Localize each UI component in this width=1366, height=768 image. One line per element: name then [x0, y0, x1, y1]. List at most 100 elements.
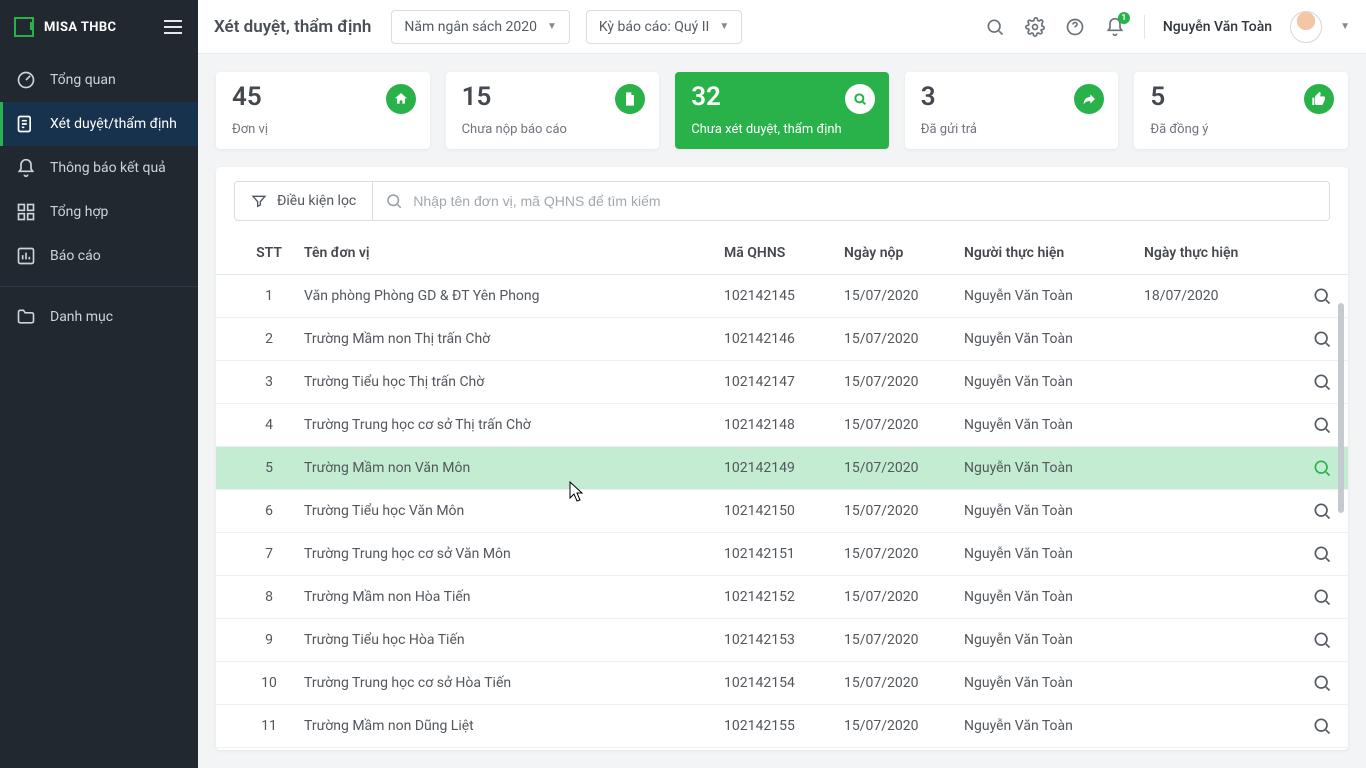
cell-code: 102142154	[724, 675, 844, 691]
view-row-icon[interactable]	[1310, 284, 1334, 308]
user-menu-chevron-icon[interactable]: ▼	[1340, 21, 1350, 32]
topbar: Xét duyệt, thẩm định Năm ngân sách 2020 …	[198, 0, 1366, 54]
sidebar-item-overview[interactable]: Tổng quan	[0, 58, 198, 102]
sidebar-item-label: Tổng hợp	[50, 204, 108, 220]
results-table: STT Tên đơn vị Mã QHNS Ngày nộp Người th…	[216, 231, 1348, 750]
cell-name: Trường Trung học cơ sở Hòa Tiến	[304, 675, 724, 691]
avatar[interactable]	[1290, 11, 1322, 43]
scrollbar[interactable]	[1338, 303, 1344, 513]
menu-collapse-icon[interactable]	[162, 16, 184, 38]
view-row-icon[interactable]	[1310, 628, 1334, 652]
search-input[interactable]	[413, 193, 1317, 209]
view-row-icon[interactable]	[1310, 714, 1334, 738]
view-row-icon[interactable]	[1310, 499, 1334, 523]
cell-code: 102142153	[724, 632, 844, 648]
view-row-icon[interactable]	[1310, 327, 1334, 351]
cell-actor: Nguyễn Văn Toàn	[964, 417, 1144, 433]
help-icon[interactable]	[1064, 16, 1086, 38]
cell-stt: 2	[234, 331, 304, 347]
cell-stt: 1	[234, 288, 304, 304]
table-row[interactable]: 2Trường Mầm non Thị trấn Chờ10214214615/…	[216, 318, 1348, 361]
notifications-icon[interactable]: 1	[1104, 16, 1126, 38]
sidebar-item-label: Thông báo kết quả	[50, 160, 166, 176]
view-row-icon[interactable]	[1310, 585, 1334, 609]
sidebar: MISA THBC Tổng quan Xét duyệt/thẩm định …	[0, 0, 198, 768]
cell-name: Trường Tiểu học Hòa Tiến	[304, 632, 724, 648]
status-card-4[interactable]: 5Đã đồng ý	[1134, 72, 1348, 149]
status-card-label: Đã gửi trả	[921, 122, 1103, 137]
cell-action	[1274, 628, 1334, 652]
table-row[interactable]: 11Trường Mầm non Dũng Liệt10214215515/07…	[216, 705, 1348, 748]
cell-sdate: 15/07/2020	[844, 589, 964, 605]
status-card-2[interactable]: 32Chưa xét duyệt, thẩm định	[675, 72, 889, 149]
cell-action	[1274, 585, 1334, 609]
sidebar-item-review[interactable]: Xét duyệt/thẩm định	[0, 102, 198, 146]
sidebar-item-notify[interactable]: Thông báo kết quả	[0, 146, 198, 190]
cell-actor: Nguyễn Văn Toàn	[964, 589, 1144, 605]
cell-actor: Nguyễn Văn Toàn	[964, 546, 1144, 562]
report-period-select[interactable]: Kỳ báo cáo: Quý II ▼	[586, 10, 742, 44]
table-row[interactable]: 7Trường Trung học cơ sở Văn Môn102142151…	[216, 533, 1348, 576]
table-body: 1Văn phòng Phòng GD & ĐT Yên Phong 102142…	[216, 275, 1348, 748]
cell-action	[1274, 671, 1334, 695]
status-card-1[interactable]: 15Chưa nộp báo cáo	[446, 72, 660, 149]
sidebar-header: MISA THBC	[0, 0, 198, 54]
filter-icon	[251, 193, 267, 209]
sidebar-item-summary[interactable]: Tổng hợp	[0, 190, 198, 234]
table-row[interactable]: 8Trường Mầm non Hòa Tiến10214215215/07/2…	[216, 576, 1348, 619]
view-row-icon[interactable]	[1310, 370, 1334, 394]
status-card-label: Đơn vị	[232, 122, 414, 137]
cell-action	[1274, 370, 1334, 394]
col-sdate: Ngày nộp	[844, 245, 964, 261]
search-box[interactable]	[372, 181, 1330, 221]
brand-logo-icon	[14, 17, 34, 37]
page-title: Xét duyệt, thẩm định	[214, 17, 371, 37]
table-row[interactable]: 10Trường Trung học cơ sở Hòa Tiến1021421…	[216, 662, 1348, 705]
view-row-icon[interactable]	[1310, 413, 1334, 437]
table-row[interactable]: 6Trường Tiểu học Văn Môn10214215015/07/2…	[216, 490, 1348, 533]
bell-icon	[16, 158, 36, 178]
cell-action	[1274, 413, 1334, 437]
filter-row: Điều kiện lọc	[216, 167, 1348, 221]
separator	[1144, 15, 1145, 39]
table-row[interactable]: 5Trường Mầm non Văn Môn10214214915/07/20…	[216, 447, 1348, 490]
sidebar-item-catalog[interactable]: Danh mục	[0, 295, 198, 339]
gear-icon[interactable]	[1024, 16, 1046, 38]
cell-name: Văn phòng Phòng GD & ĐT Yên Phong	[304, 288, 724, 304]
notification-badge: 1	[1118, 12, 1130, 24]
review-icon	[16, 114, 36, 134]
search-icon[interactable]	[984, 16, 1006, 38]
cell-sdate: 15/07/2020	[844, 718, 964, 734]
status-card-0[interactable]: 45Đơn vị	[216, 72, 430, 149]
table-row[interactable]: 4Trường Trung học cơ sở Thị trấn Chờ1021…	[216, 404, 1348, 447]
cell-code: 102142148	[724, 417, 844, 433]
view-row-icon[interactable]	[1310, 456, 1334, 480]
brand-text: MISA THBC	[44, 20, 116, 35]
cell-actor: Nguyễn Văn Toàn	[964, 632, 1144, 648]
sidebar-item-label: Xét duyệt/thẩm định	[50, 116, 177, 132]
cell-adate: 18/07/2020	[1144, 288, 1274, 304]
table-row[interactable]: 9Trường Tiểu học Hòa Tiến10214215315/07/…	[216, 619, 1348, 662]
cell-name: Trường Tiểu học Thị trấn Chờ	[304, 374, 724, 390]
view-row-icon[interactable]	[1310, 671, 1334, 695]
cell-sdate: 15/07/2020	[844, 417, 964, 433]
budget-year-select[interactable]: Năm ngân sách 2020 ▼	[391, 10, 570, 44]
filter-conditions-button[interactable]: Điều kiện lọc	[234, 181, 372, 221]
cell-code: 102142155	[724, 718, 844, 734]
table-row[interactable]: 1Văn phòng Phòng GD & ĐT Yên Phong102142…	[216, 275, 1348, 318]
sidebar-item-reports[interactable]: Báo cáo	[0, 234, 198, 278]
cell-sdate: 15/07/2020	[844, 331, 964, 347]
cell-stt: 10	[234, 675, 304, 691]
status-card-3[interactable]: 3Đã gửi trả	[905, 72, 1119, 149]
cell-action	[1274, 542, 1334, 566]
cell-actor: Nguyễn Văn Toàn	[964, 288, 1144, 304]
view-row-icon[interactable]	[1310, 542, 1334, 566]
col-adate: Ngày thực hiện	[1144, 245, 1274, 261]
cell-sdate: 15/07/2020	[844, 503, 964, 519]
cell-code: 102142151	[724, 546, 844, 562]
cell-code: 102142147	[724, 374, 844, 390]
table-row[interactable]: 3Trường Tiểu học Thị trấn Chờ10214214715…	[216, 361, 1348, 404]
search-icon	[385, 192, 403, 210]
cell-action	[1274, 456, 1334, 480]
cell-stt: 5	[234, 460, 304, 476]
